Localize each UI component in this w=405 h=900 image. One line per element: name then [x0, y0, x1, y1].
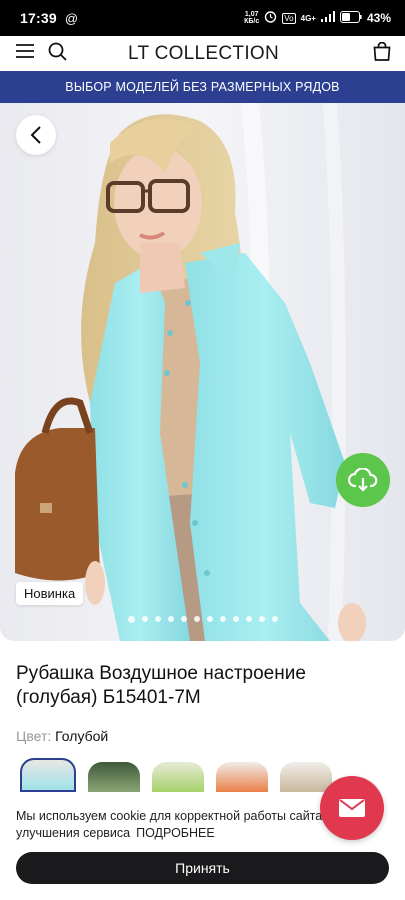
slide-dot[interactable]: [245, 616, 252, 622]
slide-dot[interactable]: [167, 616, 174, 622]
slide-dot[interactable]: [193, 616, 200, 622]
top-header: LT COLLECTION: [0, 36, 405, 71]
back-button[interactable]: [16, 115, 56, 155]
battery-level: 43%: [366, 11, 391, 25]
slide-dot[interactable]: [258, 616, 265, 622]
slide-dot[interactable]: [154, 616, 161, 622]
slide-dot[interactable]: [206, 616, 213, 622]
swatch-lime[interactable]: [152, 762, 204, 792]
mail-button[interactable]: [320, 776, 384, 840]
network-type: 4G+: [300, 13, 316, 23]
download-button[interactable]: [336, 453, 390, 507]
slide-dot[interactable]: [219, 616, 226, 622]
search-icon[interactable]: [48, 42, 67, 66]
swatch-orange[interactable]: [216, 762, 268, 792]
color-swatches: [20, 758, 332, 792]
at-sign-icon: @: [64, 10, 79, 26]
volte-icon: Vo: [282, 12, 296, 24]
cart-icon[interactable]: [373, 41, 391, 66]
chevron-left-icon: [30, 126, 41, 144]
battery-icon: [339, 10, 362, 26]
cookie-text: Мы используем cookie для корректной рабо…: [16, 808, 346, 842]
product-title: Рубашка Воздушное настроение (голубая) Б…: [16, 663, 306, 708]
alarm-icon: [264, 10, 277, 26]
cloud-download-icon: [348, 468, 378, 492]
swatch-blue[interactable]: [20, 758, 76, 792]
product-photo: [0, 103, 405, 641]
color-row: Цвет: Голубой: [16, 728, 108, 744]
menu-icon[interactable]: [16, 44, 34, 63]
slide-dot[interactable]: [271, 616, 278, 622]
status-time: 17:39: [20, 10, 57, 26]
app: LT COLLECTION ВЫБОР МОДЕЛЕЙ БЕЗ РАЗМЕРНЫ…: [0, 36, 405, 900]
accept-cookies-button[interactable]: Принять: [16, 852, 389, 884]
signal-icon: [320, 11, 335, 25]
slide-dot[interactable]: [141, 616, 148, 622]
swatch-green-print[interactable]: [88, 762, 140, 792]
slide-dot[interactable]: [127, 616, 135, 623]
cookie-more-link[interactable]: ПОДРОБНЕЕ: [136, 826, 215, 840]
color-label: Цвет:: [16, 728, 52, 744]
promo-banner[interactable]: ВЫБОР МОДЕЛЕЙ БЕЗ РАЗМЕРНЫХ РЯДОВ: [0, 71, 405, 103]
new-badge: Новинка: [16, 582, 84, 605]
envelope-icon: [339, 799, 365, 817]
color-value: Голубой: [55, 728, 109, 744]
slide-dot[interactable]: [232, 616, 239, 622]
slide-dot[interactable]: [180, 616, 187, 622]
swatch-beige[interactable]: [280, 762, 332, 792]
net-speed: 1,07 КБ/с: [244, 11, 260, 25]
product-gallery[interactable]: Новинка: [0, 103, 405, 641]
brand-logo[interactable]: LT COLLECTION: [128, 43, 279, 65]
status-bar: 17:39 @ 1,07 КБ/с Vo 4G+ 43%: [0, 0, 405, 36]
slide-indicator: [0, 616, 405, 623]
